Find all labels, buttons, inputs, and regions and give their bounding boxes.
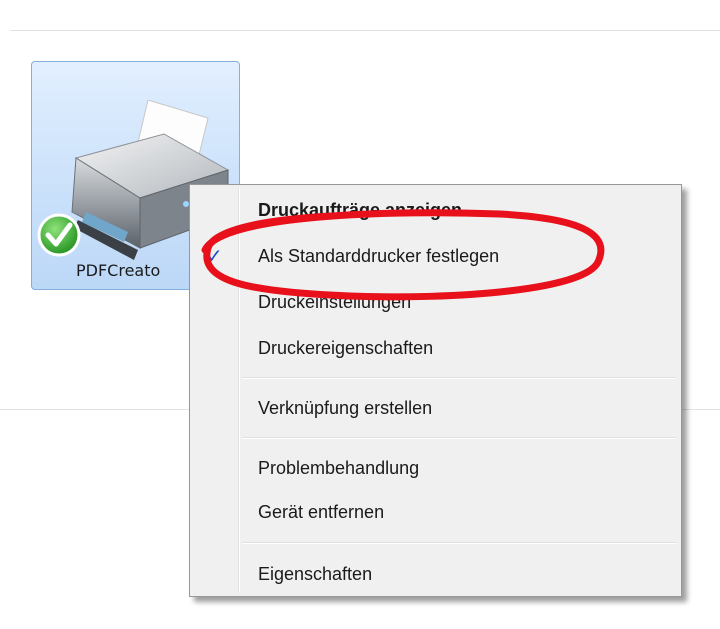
default-printer-check-icon: [37, 213, 81, 257]
menu-item-printer-properties[interactable]: Druckereigenschaften: [190, 329, 681, 369]
checkmark-icon: ✓: [206, 244, 223, 268]
menu-separator: [242, 542, 676, 544]
menu-item-label: Druckeinstellungen: [258, 292, 412, 312]
menu-item-label: Eigenschaften: [258, 564, 373, 584]
menu-item-remove-device[interactable]: Gerät entfernen: [190, 493, 681, 533]
menu-item-properties[interactable]: Eigenschaften: [190, 555, 681, 595]
context-menu: Druckaufträge anzeigen ✓ Als Standarddru…: [189, 184, 682, 597]
menu-item-label: Verknüpfung erstellen: [258, 398, 433, 418]
menu-item-label: Druckaufträge anzeigen: [258, 200, 463, 220]
menu-item-label: Gerät entfernen: [258, 502, 385, 522]
menu-item-create-shortcut[interactable]: Verknüpfung erstellen: [190, 389, 681, 429]
menu-separator: [242, 377, 676, 379]
menu-separator: [242, 437, 676, 439]
top-divider: [10, 30, 720, 31]
menu-item-printing-preferences[interactable]: Druckeinstellungen: [190, 283, 681, 323]
menu-item-label: Druckereigenschaften: [258, 338, 434, 358]
device-label: PDFCreato: [76, 261, 161, 280]
menu-item-troubleshoot[interactable]: Problembehandlung: [190, 449, 681, 489]
menu-item-label: Problembehandlung: [258, 458, 420, 478]
menu-item-label: Als Standarddrucker festlegen: [258, 246, 500, 266]
menu-item-view-print-jobs[interactable]: Druckaufträge anzeigen: [190, 191, 681, 231]
menu-item-set-default-printer[interactable]: ✓ Als Standarddrucker festlegen: [190, 237, 681, 277]
